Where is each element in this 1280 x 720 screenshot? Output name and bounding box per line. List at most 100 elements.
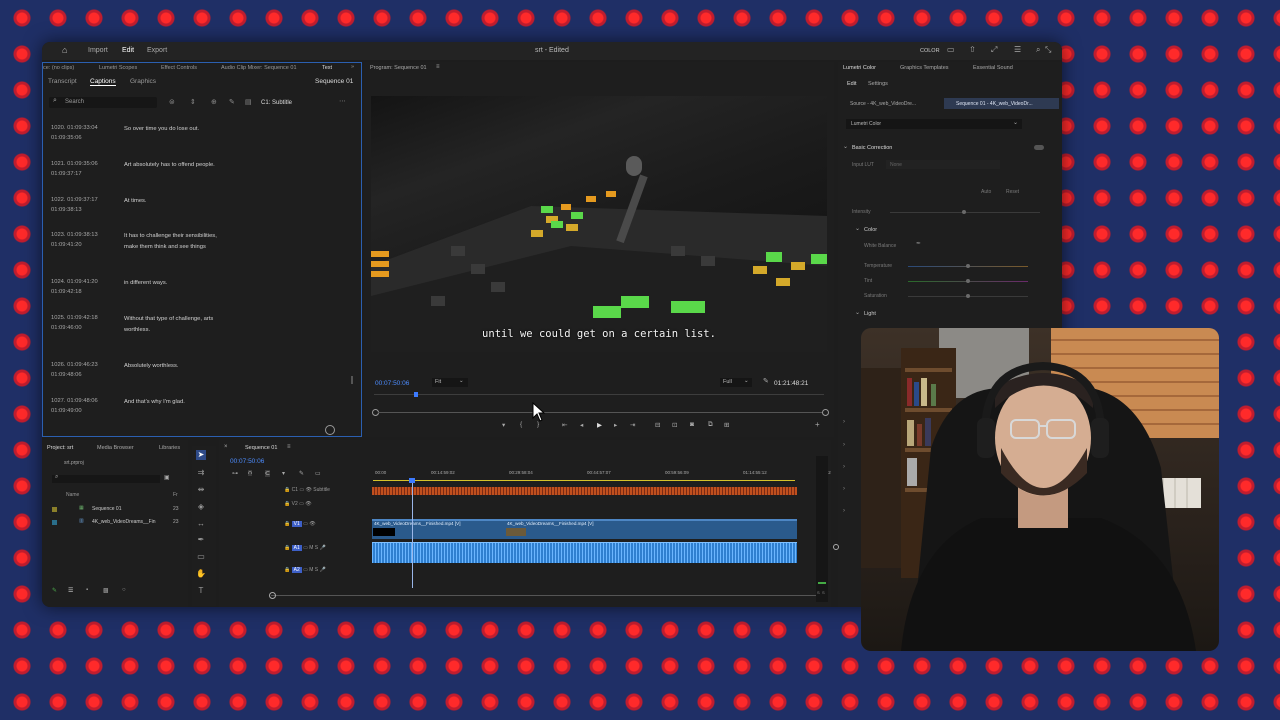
zoom-slider[interactable] xyxy=(325,425,335,435)
effect-dropdown[interactable]: Lumetri Color ⌄ xyxy=(846,119,1022,129)
icon-view-icon[interactable]: ▪ xyxy=(86,587,88,593)
mark-in-icon[interactable]: { xyxy=(520,421,522,428)
video-frame[interactable]: until we could get on a certain list. xyxy=(371,96,827,352)
freeform-view-icon[interactable]: ▩ xyxy=(103,587,109,594)
section-light[interactable]: Light xyxy=(864,311,876,317)
sub-tab-edit[interactable]: Edit xyxy=(847,81,856,87)
eyedropper-icon[interactable]: ✒ xyxy=(916,240,921,247)
tab-libraries[interactable]: Libraries xyxy=(159,445,180,451)
fullscreen-icon[interactable]: ⤢ xyxy=(991,45,997,55)
caption-search[interactable]: ⌕ Search xyxy=(49,97,157,108)
marker-icon[interactable]: ▾ xyxy=(502,421,505,429)
wrench-icon[interactable]: ✎ xyxy=(763,377,769,385)
menu-import[interactable]: Import xyxy=(88,47,108,54)
timeline-timecode[interactable]: 00:07:50:06 xyxy=(230,458,264,465)
tab-graphics[interactable]: Graphics xyxy=(130,78,156,85)
add-marker-icon[interactable]: ▾ xyxy=(282,470,285,477)
menu-icon[interactable]: ☰ xyxy=(1014,45,1021,54)
sort-icon[interactable]: ⇕ xyxy=(190,98,196,106)
time-ruler[interactable]: 00:00 00:14:59:02 00:29:58:04 00:44:57:0… xyxy=(369,468,831,482)
vr-icon[interactable]: ⊞ xyxy=(724,421,729,429)
track-height-knob[interactable] xyxy=(833,544,839,550)
snap-icon[interactable]: ∩ xyxy=(248,470,253,476)
track-c1[interactable]: 🔒 C1 ▭ 👁 Subtitle xyxy=(284,487,330,493)
slip-icon[interactable]: ↔ xyxy=(196,519,206,529)
tab-lumetri-scopes[interactable]: Lumetri Scopes xyxy=(99,65,137,71)
intensity-slider[interactable] xyxy=(890,210,1040,214)
subtitle-track-clips[interactable] xyxy=(372,487,797,495)
tab-project[interactable]: Project: srt xyxy=(47,445,73,451)
reset-button[interactable]: Reset xyxy=(1006,189,1019,195)
temperature-slider[interactable] xyxy=(908,264,1028,268)
scrollbar[interactable] xyxy=(351,376,353,384)
playhead-line[interactable] xyxy=(412,482,413,588)
tint-slider[interactable] xyxy=(908,279,1028,283)
go-to-out-icon[interactable]: ⇥ xyxy=(630,421,635,429)
new-bin-icon[interactable]: ▣ xyxy=(164,474,170,481)
source-label[interactable]: Source - 4K_web_VideoDre... xyxy=(850,101,916,107)
fit-dropdown[interactable]: Fit ⌄ xyxy=(432,378,468,387)
input-lut-dropdown[interactable]: None xyxy=(886,160,1000,169)
scroll-start-knob[interactable] xyxy=(269,592,276,599)
auto-button[interactable]: Auto xyxy=(981,189,991,195)
settings-icon[interactable]: ✎ xyxy=(299,470,304,477)
ripple-edit-icon[interactable]: ⇹ xyxy=(196,485,206,495)
section-basic-correction[interactable]: Basic Correction xyxy=(852,145,892,151)
pencil-icon[interactable]: ✎ xyxy=(52,587,57,594)
project-search[interactable]: ⌕ xyxy=(52,474,160,483)
workspace-color[interactable]: COLOR xyxy=(920,48,940,54)
track-select-icon[interactable]: ⇉ xyxy=(196,468,206,478)
work-area-bar[interactable] xyxy=(373,480,795,481)
tab-essential-sound[interactable]: Essential Sound xyxy=(973,65,1013,71)
expand-icon[interactable]: ⤡ xyxy=(1045,45,1051,55)
tab-effect-controls[interactable]: Effect Controls xyxy=(161,65,197,71)
project-item[interactable]: ▥ 4K_web_VideoDreams__Fin 23 xyxy=(52,518,187,527)
tab-text[interactable]: Text xyxy=(322,65,332,71)
playhead[interactable] xyxy=(414,392,418,397)
tab-source[interactable]: ce: (no clips) xyxy=(43,65,74,71)
chevron-down-icon[interactable]: ⌄ xyxy=(843,143,848,150)
out-marker[interactable] xyxy=(822,409,829,416)
chevron-down-icon[interactable]: ⌄ xyxy=(855,225,860,232)
program-timecode[interactable]: 00:07:50:06 xyxy=(375,380,409,387)
timeline-tab[interactable]: Sequence 01 xyxy=(245,445,277,451)
audio-clip-a1[interactable] xyxy=(372,542,797,563)
split-icon[interactable]: ⊕ xyxy=(211,98,217,106)
sequence-selector[interactable]: Sequence 01 - 4K_web_VideoDr... xyxy=(944,98,1059,109)
track-a1[interactable]: 🔒 A1 ▭ M S 🎤 xyxy=(284,545,326,551)
camera-icon[interactable]: ◙ xyxy=(690,421,694,428)
nest-icon[interactable]: ⊶ xyxy=(232,470,238,477)
close-icon[interactable]: × xyxy=(224,444,228,450)
filter-icon[interactable]: ⊜ xyxy=(169,98,175,106)
zoom-bar[interactable] xyxy=(378,412,822,413)
tab-media-browser[interactable]: Media Browser xyxy=(97,445,134,451)
home-icon[interactable]: ⌂ xyxy=(62,45,67,55)
chevron-right-icon[interactable]: › xyxy=(843,464,845,470)
fr-column-header[interactable]: Fr xyxy=(173,492,178,498)
pen-tool-icon[interactable]: ✒ xyxy=(196,535,206,545)
zoom-knob[interactable]: ○ xyxy=(122,587,126,593)
playhead-head[interactable] xyxy=(409,478,415,483)
panel-icon[interactable]: ▭ xyxy=(947,45,955,54)
track-a2[interactable]: 🔒 A2 ▭ M S 🎤 xyxy=(284,567,326,573)
saturation-slider[interactable] xyxy=(908,294,1028,298)
name-column-header[interactable]: Name xyxy=(66,492,79,498)
more-icon[interactable]: ⋯ xyxy=(339,97,346,105)
chevron-right-icon[interactable]: › xyxy=(843,508,845,514)
video-clip[interactable]: 4K_web_VideoDreams__Finished.mp4 [V] xyxy=(372,519,505,539)
go-to-in-icon[interactable]: ⇤ xyxy=(562,421,567,429)
chevron-right-icon[interactable]: › xyxy=(843,486,845,492)
extract-icon[interactable]: ⊡ xyxy=(672,421,677,429)
project-item[interactable]: ▦ Sequence 01 23 xyxy=(52,505,187,514)
rectangle-tool-icon[interactable]: ▭ xyxy=(196,552,206,562)
step-back-icon[interactable]: ◂ xyxy=(580,421,583,429)
scrubber-track[interactable] xyxy=(374,394,824,395)
caption-track-label[interactable]: C1: Subtitle xyxy=(261,100,292,106)
menu-export[interactable]: Export xyxy=(147,47,167,54)
tab-transcript[interactable]: Transcript xyxy=(48,78,77,85)
quality-dropdown[interactable]: Full ⌄ xyxy=(720,378,752,387)
horizontal-scrollbar[interactable] xyxy=(271,595,823,596)
razor-icon[interactable]: ◈ xyxy=(196,502,206,512)
section-color[interactable]: Color xyxy=(864,227,877,233)
more-tabs-icon[interactable]: » xyxy=(351,64,354,70)
